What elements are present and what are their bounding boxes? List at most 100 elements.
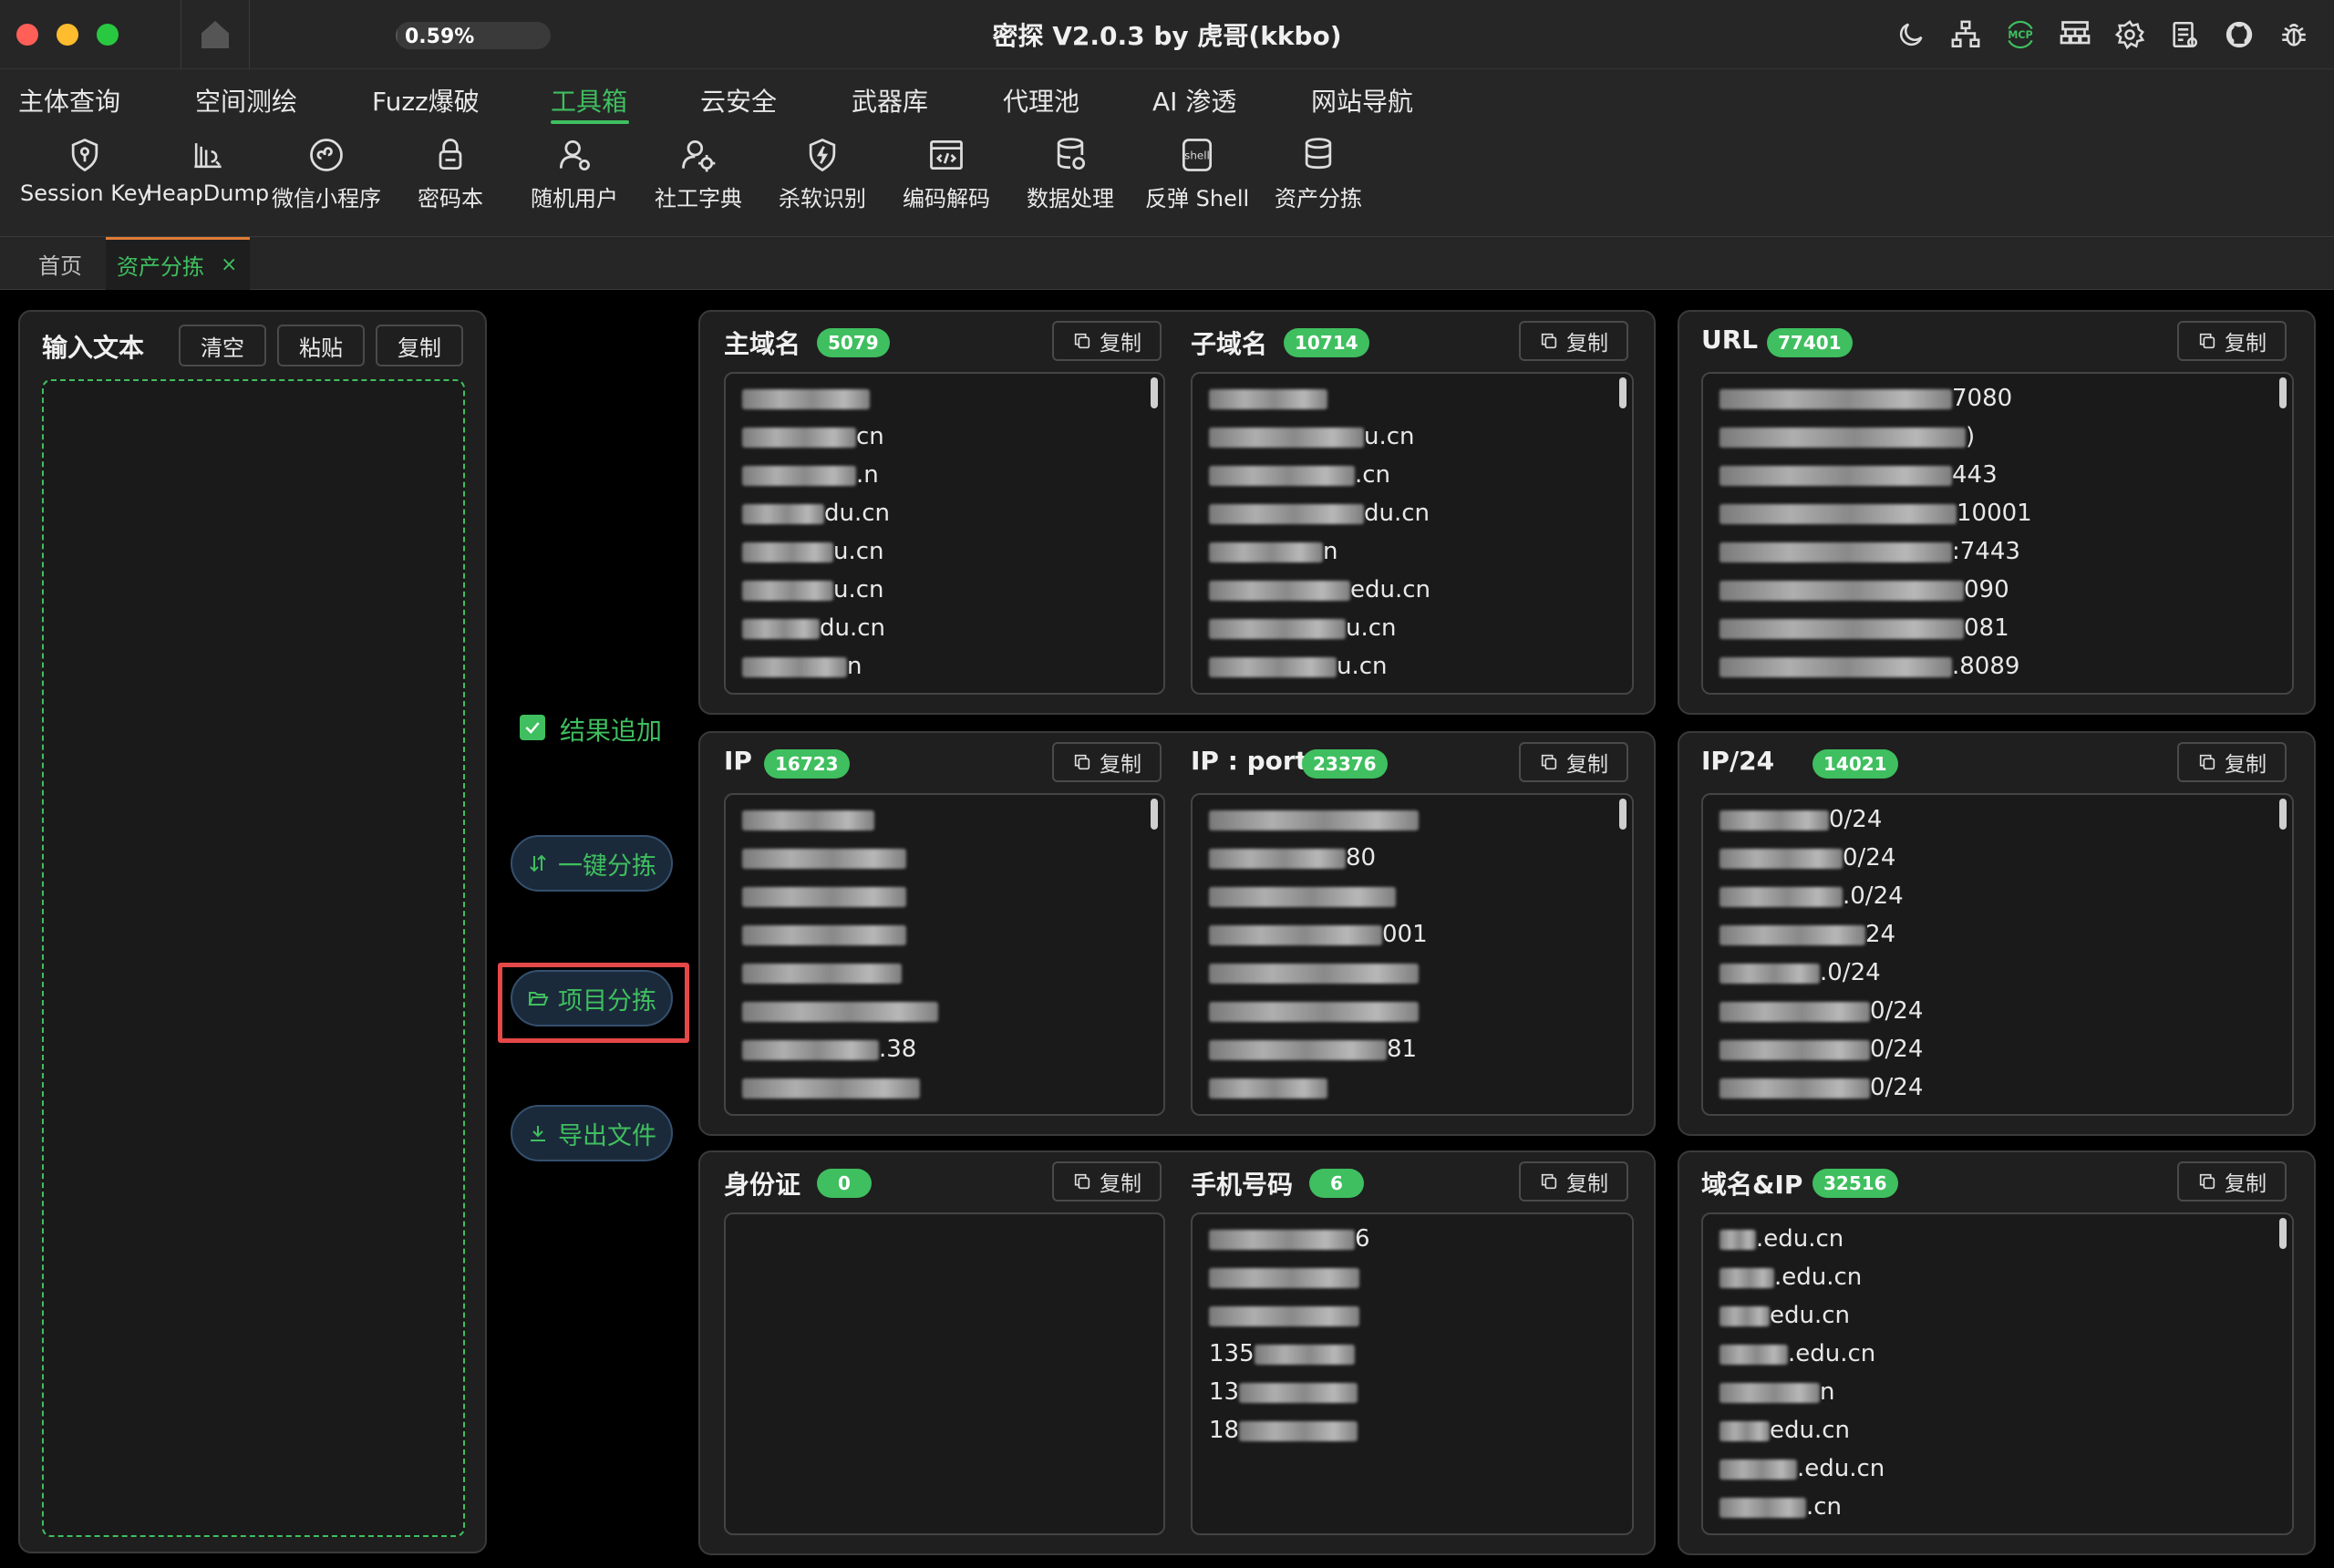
list-item: )	[1720, 418, 2274, 456]
tool-random-user[interactable]: 随机用户	[531, 135, 618, 212]
scrollbar[interactable]	[1151, 799, 1158, 830]
phone-list[interactable]: 6 135 13 18	[1191, 1212, 1634, 1535]
ip-port-count-badge: 23376	[1302, 749, 1388, 779]
sort-all-button[interactable]: 一键分拣	[511, 835, 673, 892]
bug-icon[interactable]	[2276, 16, 2312, 53]
phone-count-badge: 6	[1309, 1169, 1364, 1198]
paste-button[interactable]: 粘贴	[277, 325, 365, 366]
tab-bar: 首页 资产分拣 ×	[0, 237, 2334, 290]
menu-item-site-nav[interactable]: 网站导航	[1311, 82, 1413, 119]
list-item: n	[1720, 1373, 2274, 1411]
list-item: 081	[1720, 609, 2274, 647]
github-icon[interactable]	[2221, 16, 2257, 53]
tab-asset-sorting[interactable]: 资产分拣 ×	[106, 237, 250, 290]
domain-ip-list[interactable]: .edu.cn .edu.cn edu.cn .edu.cn n edu.cn …	[1701, 1212, 2294, 1535]
redacted-text	[1209, 656, 1337, 677]
tool-heapdump[interactable]: HeapDump	[146, 135, 269, 206]
id-card-count-badge: 0	[817, 1169, 872, 1198]
list-item	[1209, 379, 1614, 418]
tool-antivirus-detect[interactable]: 杀软识别	[779, 135, 866, 212]
menu-item-ai-pentest[interactable]: AI 渗透	[1152, 82, 1236, 119]
list-item	[742, 915, 1145, 954]
copy-phone-button[interactable]: 复制	[1519, 1161, 1628, 1202]
tab-home[interactable]: 首页	[38, 237, 82, 290]
copy-icon	[2199, 1173, 2215, 1190]
menu-item-fuzz[interactable]: Fuzz爆破	[372, 82, 480, 119]
tool-label: 数据处理	[1027, 186, 1114, 211]
list-item	[1209, 954, 1614, 992]
url-list[interactable]: 7080 ) 443 10001 :7443 090 081 .8089	[1701, 372, 2294, 695]
menu-item-cloud-security[interactable]: 云安全	[700, 82, 777, 119]
redacted-text	[1720, 503, 1957, 524]
scrollbar[interactable]	[1151, 377, 1158, 408]
copy-id-card-button[interactable]: 复制	[1052, 1161, 1162, 1202]
log-icon[interactable]	[2166, 16, 2203, 53]
main-menu: 主体查询 空间测绘 Fuzz爆破 工具箱 云安全 武器库 代理池 AI 渗透 网…	[0, 69, 2334, 126]
copy-label: 复制	[1100, 753, 1141, 777]
ip24-list[interactable]: 0/24 0/24 .0/24 24 .0/24 0/24 0/24 0/24	[1701, 793, 2294, 1116]
list-item: u.cn	[742, 532, 1145, 571]
append-results-label: 结果追加	[560, 716, 663, 746]
list-item	[742, 1068, 1145, 1107]
copy-sub-domain-button[interactable]: 复制	[1519, 321, 1628, 361]
clear-button[interactable]: 清空	[179, 325, 266, 366]
mcp-icon[interactable]: MCP	[2002, 16, 2039, 53]
ip-port-list[interactable]: 80 001 81	[1191, 793, 1634, 1116]
scrollbar[interactable]	[1619, 377, 1627, 408]
copy-input-button[interactable]: 复制	[376, 325, 463, 366]
tool-reverse-shell[interactable]: shell 反弹 Shell	[1145, 135, 1249, 212]
redacted-text	[742, 1001, 938, 1022]
redacted-text	[1209, 1078, 1327, 1099]
main-domain-list[interactable]: cn .n du.cn u.cn u.cn du.cn n	[724, 372, 1165, 695]
tool-wechat-miniprogram[interactable]: 微信小程序	[272, 135, 381, 212]
tool-session-key[interactable]: Session Key	[20, 135, 150, 206]
redacted-text	[1209, 580, 1350, 601]
menu-item-space-mapping[interactable]: 空间测绘	[195, 82, 297, 119]
copy-ip24-button[interactable]: 复制	[2177, 742, 2287, 782]
sitemap-icon[interactable]	[2057, 16, 2093, 53]
menu-item-subject-query[interactable]: 主体查询	[18, 82, 120, 119]
tab-close-icon[interactable]: ×	[221, 253, 237, 276]
copy-domain-ip-button[interactable]: 复制	[2177, 1161, 2287, 1202]
copy-ip-port-button[interactable]: 复制	[1519, 742, 1628, 782]
ip-panel: IP 16723 复制 .38 IP : port 23376 复制 80 00…	[698, 731, 1656, 1136]
tool-asset-sorting[interactable]: 资产分拣	[1275, 135, 1362, 212]
shield-bolt-icon	[809, 139, 836, 172]
scrollbar[interactable]	[1619, 799, 1627, 830]
app-window: 0.59% 密探 V2.0.3 by 虎哥(kkbo) MCP 主体查询 空间测…	[0, 0, 2334, 1568]
copy-icon	[1074, 754, 1090, 770]
append-results-checkbox[interactable]	[520, 715, 545, 740]
scrollbar[interactable]	[2279, 799, 2287, 830]
copy-label: 复制	[2225, 1172, 2267, 1196]
tool-label: 随机用户	[531, 186, 618, 211]
redacted-text	[1209, 618, 1346, 639]
input-textarea[interactable]	[42, 379, 465, 1537]
export-file-button[interactable]: 导出文件	[511, 1105, 673, 1161]
lock-icon	[439, 139, 462, 170]
menu-item-arsenal[interactable]: 武器库	[852, 82, 928, 119]
key-shield-icon	[72, 139, 98, 172]
moon-icon[interactable]	[1893, 16, 1929, 53]
id-card-list[interactable]	[724, 1212, 1165, 1535]
sub-domain-list[interactable]: u.cn .cn du.cn n edu.cn u.cn u.cn	[1191, 372, 1634, 695]
tool-password-book[interactable]: 密码本	[418, 135, 483, 212]
scrollbar[interactable]	[2279, 377, 2287, 408]
copy-ip-button[interactable]: 复制	[1052, 742, 1162, 782]
tool-data-processing[interactable]: 数据处理	[1027, 135, 1114, 212]
ip-list[interactable]: .38	[724, 793, 1165, 1116]
database-icon	[1057, 138, 1086, 170]
copy-url-button[interactable]: 复制	[2177, 321, 2287, 361]
tool-label: 杀软识别	[779, 186, 866, 211]
menu-item-proxy-pool[interactable]: 代理池	[1003, 82, 1079, 119]
settings-icon[interactable]	[2112, 16, 2148, 53]
copy-main-domain-button[interactable]: 复制	[1052, 321, 1162, 361]
tool-social-dict[interactable]: 社工字典	[655, 135, 742, 212]
ip-title: IP	[724, 746, 752, 776]
network-icon[interactable]	[1947, 16, 1984, 53]
ip24-count-badge: 14021	[1812, 749, 1898, 779]
menu-item-toolbox[interactable]: 工具箱	[551, 82, 627, 119]
scrollbar[interactable]	[2279, 1218, 2287, 1249]
mcp-label: MCP	[2008, 29, 2032, 41]
list-item: 0/24	[1720, 992, 2274, 1030]
tool-encode-decode[interactable]: 编码解码	[903, 135, 990, 212]
